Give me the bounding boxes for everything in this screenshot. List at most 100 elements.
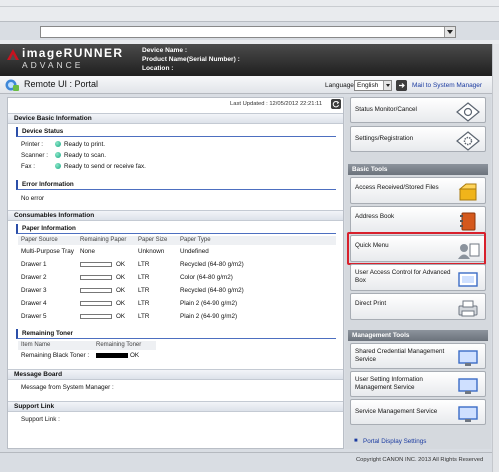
paper-level-bar — [80, 262, 112, 267]
section-support-link: Support Link — [8, 401, 343, 412]
button-label: Shared Credential Management Service — [355, 348, 445, 363]
paper-source: Drawer 1 — [21, 261, 47, 268]
last-updated-text: Last Updated : 12/05/2012 22:21:11 — [230, 101, 323, 107]
column-header: Item Name — [21, 342, 51, 348]
language-apply-button[interactable] — [396, 80, 407, 91]
direct-print-button[interactable]: Direct Print — [350, 293, 486, 320]
paper-remaining: OK — [116, 313, 126, 320]
refresh-icon[interactable] — [331, 99, 341, 109]
chevron-down-icon[interactable] — [444, 27, 455, 37]
paper-table-header — [18, 236, 336, 245]
chevron-down-icon — [383, 81, 391, 90]
support-link-text: Support Link : — [21, 416, 60, 423]
paper-type: Plain 2 (64-90 g/m2) — [180, 313, 238, 320]
status-ok-icon — [55, 141, 61, 147]
fax-label: Fax : — [21, 163, 35, 170]
section-device-basic-information: Device Basic Information — [8, 113, 343, 124]
scanner-status: Ready to scan. — [64, 152, 107, 159]
column-header: Remaining Paper — [80, 237, 127, 243]
subheading-error-information: Error Information — [16, 180, 336, 190]
status-ok-icon — [55, 152, 61, 158]
paper-remaining: OK — [116, 300, 126, 307]
status-ok-icon — [55, 163, 61, 169]
language-select[interactable]: English — [354, 80, 392, 91]
button-label: User Setting Information Management Serv… — [355, 376, 423, 391]
paper-remaining: OK — [116, 274, 126, 281]
product-logo-line1: imageRUNNER — [22, 46, 124, 60]
column-header: Paper Type — [180, 237, 211, 243]
button-label: Direct Print — [355, 300, 387, 307]
paper-source: Drawer 2 — [21, 274, 47, 281]
footer-divider — [0, 452, 499, 453]
address-dropdown[interactable] — [40, 26, 456, 38]
paper-type: Recycled (64-80 g/m2) — [180, 261, 244, 268]
user-access-control-button[interactable]: User Access Control for Advanced Box — [350, 264, 486, 291]
language-value: English — [357, 82, 379, 89]
settings-registration-button[interactable]: Settings/Registration — [350, 126, 486, 152]
mail-to-system-manager-link[interactable]: Mail to System Manager — [412, 82, 482, 89]
paper-source: Drawer 4 — [21, 300, 47, 307]
management-tools-heading: Management Tools — [348, 330, 488, 341]
monitor-icon — [458, 350, 478, 366]
printer-label: Printer : — [21, 141, 44, 148]
section-consumables-information: Consumables Information — [8, 210, 343, 221]
settings-gear-icon — [456, 131, 480, 151]
paper-type: Undefined — [180, 248, 209, 255]
status-monitor-icon — [456, 102, 480, 122]
browser-toolbar — [0, 0, 499, 22]
message-text: Message from System Manager : — [21, 384, 114, 391]
column-header: Remaining Toner — [96, 342, 142, 348]
fax-status: Ready to send or receive fax. — [64, 163, 146, 170]
paper-size: LTR — [138, 300, 150, 307]
paper-size: Unknown — [138, 248, 165, 255]
monitor-icon — [458, 406, 478, 422]
location-label: Location : — [142, 65, 174, 72]
advanced-box-icon — [458, 272, 478, 287]
product-name-label: Product Name(Serial Number) : — [142, 56, 240, 63]
user-setting-information-button[interactable]: User Setting Information Management Serv… — [350, 371, 486, 397]
paper-type: Color (64-80 g/m2) — [180, 274, 233, 281]
paper-level-bar — [80, 314, 112, 319]
paper-remaining: OK — [116, 287, 126, 294]
stored-files-icon — [458, 183, 477, 201]
section-message-board: Message Board — [8, 369, 343, 380]
address-book-icon — [460, 212, 476, 231]
status-monitor-button[interactable]: Status Monitor/Cancel — [350, 97, 486, 123]
remote-ui-icon — [5, 79, 19, 91]
language-label: Language — [325, 82, 354, 89]
page-title: Remote UI : Portal — [24, 79, 99, 89]
column-header: Paper Size — [138, 237, 168, 243]
scanner-label: Scanner : — [21, 152, 48, 159]
paper-level-bar — [80, 275, 112, 280]
button-label: Status Monitor/Cancel — [355, 106, 417, 113]
paper-size: LTR — [138, 274, 150, 281]
canon-logo-icon — [7, 49, 19, 60]
device-name-label: Device Name : — [142, 47, 188, 54]
paper-type: Recycled (64-80 g/m2) — [180, 287, 244, 294]
toner-remaining: OK — [130, 352, 140, 359]
address-book-button[interactable]: Address Book — [350, 206, 486, 233]
basic-tools-heading: Basic Tools — [348, 164, 488, 175]
portal-display-settings-link[interactable]: Portal Display Settings — [363, 438, 426, 445]
monitor-icon — [458, 378, 478, 394]
paper-size: LTR — [138, 313, 150, 320]
shared-credential-button[interactable]: Shared Credential Management Service — [350, 343, 486, 369]
bullet-icon: ■ — [354, 438, 358, 444]
direct-print-icon — [458, 300, 478, 317]
button-label: Settings/Registration — [355, 135, 414, 142]
paper-remaining: None — [80, 248, 96, 255]
access-received-stored-files-button[interactable]: Access Received/Stored Files — [350, 177, 486, 204]
subheading-paper-information: Paper Information — [16, 224, 336, 234]
main-content — [7, 97, 344, 449]
device-info: Device Name : Product Name(Serial Number… — [142, 46, 240, 73]
paper-level-bar — [80, 301, 112, 306]
subheading-remaining-toner: Remaining Toner — [16, 329, 336, 339]
paper-source: Drawer 5 — [21, 313, 47, 320]
paper-remaining: OK — [116, 261, 126, 268]
paper-type: Plain 2 (64-90 g/m2) — [180, 300, 238, 307]
button-label: Service Management Service — [355, 408, 438, 415]
button-label: User Access Control for Advanced Box — [355, 269, 451, 284]
quick-menu-highlight — [347, 232, 486, 265]
vertical-scrollbar[interactable] — [492, 44, 499, 472]
service-management-button[interactable]: Service Management Service — [350, 399, 486, 425]
